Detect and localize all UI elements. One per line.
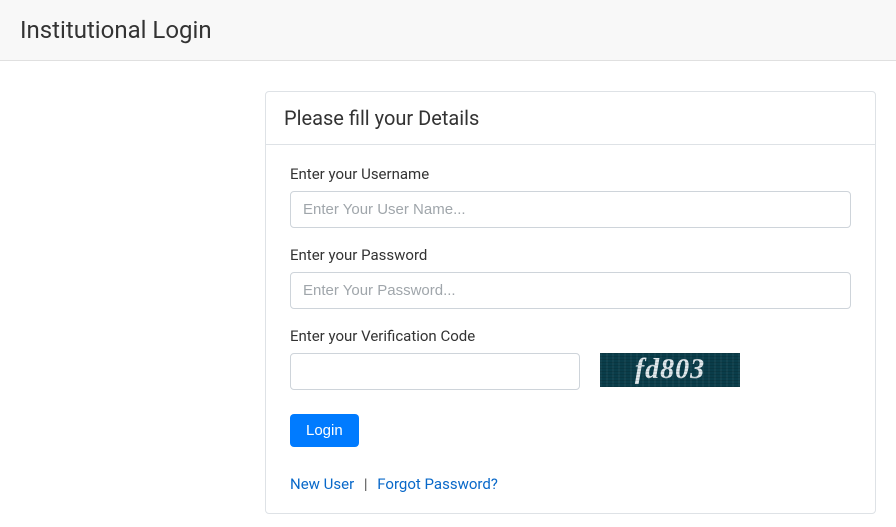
- login-card: Please fill your Details Enter your User…: [265, 91, 876, 514]
- username-input[interactable]: [290, 191, 851, 228]
- captcha-image: fd803: [600, 353, 740, 387]
- footer-links: New User | Forgot Password?: [290, 475, 851, 493]
- username-group: Enter your Username: [290, 165, 851, 228]
- card-title: Please fill your Details: [266, 92, 875, 145]
- password-group: Enter your Password: [290, 246, 851, 309]
- verification-group: Enter your Verification Code fd803: [290, 327, 851, 390]
- verification-label: Enter your Verification Code: [290, 327, 851, 345]
- password-label: Enter your Password: [290, 246, 851, 264]
- link-separator: |: [364, 475, 368, 493]
- page-header: Institutional Login: [0, 0, 896, 61]
- verification-input[interactable]: [290, 353, 580, 390]
- password-input[interactable]: [290, 272, 851, 309]
- forgot-password-link[interactable]: Forgot Password?: [377, 475, 498, 493]
- new-user-link[interactable]: New User: [290, 475, 354, 493]
- card-body: Enter your Username Enter your Password …: [266, 145, 875, 513]
- username-label: Enter your Username: [290, 165, 851, 183]
- login-button[interactable]: Login: [290, 414, 359, 447]
- page-title: Institutional Login: [20, 16, 876, 44]
